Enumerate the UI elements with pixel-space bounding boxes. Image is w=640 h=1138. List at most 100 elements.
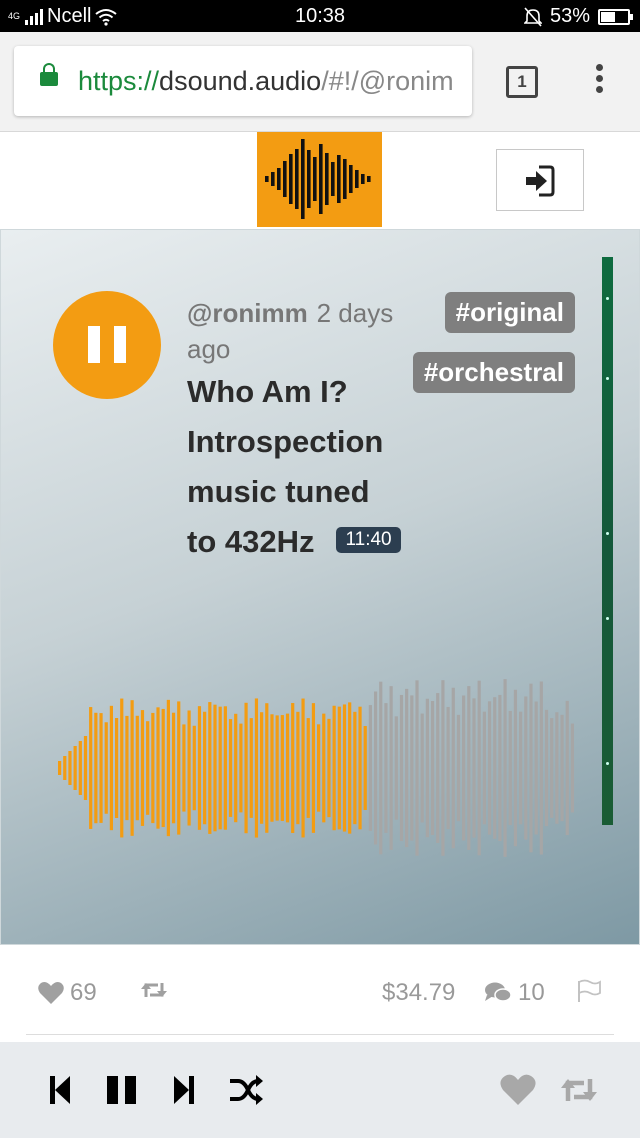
track-stats: 69 $34.79 10 [0, 945, 640, 1040]
pause-button[interactable] [53, 291, 161, 399]
author-link[interactable]: @ronimm [187, 298, 308, 328]
tab-switcher-button[interactable]: 1 [506, 66, 538, 98]
resteem-button[interactable] [140, 979, 168, 1001]
browser-menu-button[interactable] [587, 64, 611, 100]
url-scheme: https:// [78, 66, 160, 96]
waveform-bar-played [140, 710, 145, 826]
logo-bar [277, 168, 281, 190]
waveform-bar-played [234, 713, 238, 823]
player-bar [0, 1042, 640, 1138]
waveform-bar-played [296, 711, 300, 825]
track-meta: @ronimm 2 days ago Who Am I? Introspecti… [187, 292, 407, 567]
waveform-bar-unplayed [487, 701, 492, 835]
skip-back-icon[interactable] [48, 1073, 72, 1107]
waveform-bar-unplayed [410, 695, 414, 841]
retweet-icon[interactable] [560, 1073, 598, 1107]
waveform-bar-played [239, 723, 243, 813]
logo-bar [289, 154, 293, 204]
waveform-bar-unplayed [467, 686, 471, 850]
waveform-bar-unplayed [519, 711, 523, 825]
waveform-bar-played [146, 721, 150, 815]
waveform-bar-played [99, 713, 103, 823]
comments-button[interactable]: 10 [484, 979, 545, 1007]
waveform-bar-played [114, 718, 119, 818]
waveform-bar-played [337, 706, 341, 830]
waveform-bar-played [223, 706, 227, 830]
waveform-bar-unplayed [441, 680, 445, 856]
waveform-bar-unplayed [373, 691, 378, 845]
address-bar[interactable]: https://dsound.audio/#!/@ronim [14, 46, 472, 116]
payout-value: $34.79 [382, 979, 455, 1007]
waveform-bar-played [94, 712, 98, 824]
logo-bar [367, 176, 371, 182]
dsound-logo[interactable] [257, 132, 382, 227]
flag-button[interactable] [576, 979, 602, 1003]
waveform-bar-played [78, 741, 82, 795]
login-button[interactable] [496, 149, 584, 211]
url-host: dsound.audio [159, 66, 322, 96]
waveform-bar-played [270, 714, 274, 822]
heart-icon[interactable] [500, 1073, 536, 1107]
waveform-seekbar[interactable] [58, 658, 578, 878]
waveform-bar-played [73, 746, 77, 790]
waveform-bar-played [275, 715, 279, 821]
waveform-bar-unplayed [508, 710, 512, 826]
waveform-bar-played [260, 712, 264, 824]
pause-icon [88, 326, 100, 363]
logo-bar [283, 161, 287, 197]
waveform-bar-unplayed [394, 716, 398, 820]
waveform-bar-played [228, 719, 233, 817]
author-line: @ronimm 2 days ago [187, 292, 407, 365]
pause-icon-bar [114, 326, 126, 363]
shuffle-icon[interactable] [228, 1073, 264, 1107]
waveform-bar-unplayed [550, 718, 554, 818]
tag-orchestral[interactable]: #orchestral [412, 352, 575, 393]
pause-icon[interactable] [106, 1073, 138, 1107]
track-title[interactable]: Who Am I? Introspection music tuned to 4… [187, 367, 407, 567]
waveform-bar-played [187, 710, 191, 826]
waveform-bar-played [130, 700, 134, 836]
logo-bar [325, 153, 329, 205]
waveform-bar-played [301, 698, 305, 838]
lock-icon [40, 63, 58, 86]
site-header [0, 132, 640, 228]
waveform-bar-played [125, 715, 129, 821]
logo-bar [265, 176, 269, 182]
waveform-bar-played [161, 708, 165, 828]
waveform-bar-played [353, 711, 357, 825]
waveform-bar-unplayed [472, 698, 476, 838]
status-bar: 4G Ncell 10:38 53% [0, 0, 640, 32]
logo-bar [343, 159, 347, 199]
waveform-bar-unplayed [462, 695, 466, 841]
waveform-bar-unplayed [420, 713, 424, 823]
like-count: 69 [70, 979, 97, 1006]
waveform-bar-played [109, 705, 113, 831]
url-text[interactable]: https://dsound.audio/#!/@ronim [78, 65, 454, 97]
waveform-bar-unplayed [498, 694, 502, 842]
waveform-bar-unplayed [436, 693, 440, 843]
waveform-bar-played [166, 699, 170, 837]
skip-forward-icon[interactable] [172, 1073, 196, 1107]
status-right: 53% [523, 5, 633, 28]
waveform-bar-played [197, 706, 202, 830]
waveform-bar-played [182, 724, 186, 812]
waveform-bar-unplayed [384, 703, 388, 833]
logo-bar [295, 149, 299, 209]
waveform-bar-played [348, 702, 352, 834]
tag-original[interactable]: #original [444, 292, 575, 333]
waveform-bar-played [208, 702, 212, 834]
waveform-bar-played [280, 715, 284, 821]
waveform-bar-played [358, 706, 362, 830]
soundwave-logo-icon [265, 139, 371, 219]
payout-amount: $34.79 [382, 979, 456, 1006]
waveform-bar-unplayed [565, 700, 569, 836]
like-button[interactable]: 69 [38, 979, 97, 1007]
logo-bar [349, 165, 353, 193]
logo-bar [307, 150, 311, 208]
logo-bar [337, 155, 341, 203]
waveform-bar-unplayed [389, 686, 393, 850]
comments-icon [485, 982, 512, 1002]
logo-bar [319, 144, 323, 214]
waveform-bar-unplayed [477, 680, 481, 856]
waveform-bar-unplayed [493, 697, 497, 839]
